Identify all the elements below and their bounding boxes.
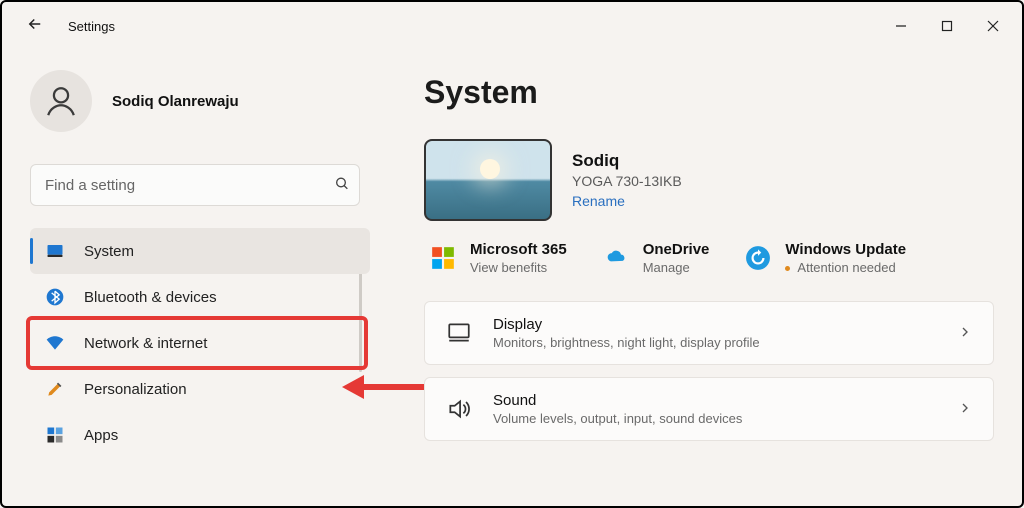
sidebar-nav: System Bluetooth & devices Network & int… xyxy=(30,228,370,458)
apps-icon xyxy=(44,424,66,446)
device-name: Sodiq xyxy=(572,151,682,171)
sidebar: Sodiq Olanrewaju System xyxy=(2,50,390,508)
brush-icon xyxy=(44,378,66,400)
sidebar-item-label: Apps xyxy=(84,427,118,444)
sidebar-item-system[interactable]: System xyxy=(30,228,370,274)
wifi-icon xyxy=(44,332,66,354)
device-model: YOGA 730-13IKB xyxy=(572,173,682,189)
chevron-right-icon xyxy=(957,324,973,343)
main-panel: System Sodiq YOGA 730-13IKB Rename Micro… xyxy=(390,50,1022,508)
app-title: Settings xyxy=(68,19,115,34)
tile-onedrive[interactable]: OneDrive Manage xyxy=(601,241,710,275)
page-title: System xyxy=(424,74,994,111)
bluetooth-icon xyxy=(44,286,66,308)
profile[interactable]: Sodiq Olanrewaju xyxy=(30,70,370,132)
back-button[interactable] xyxy=(26,15,44,38)
sidebar-item-bluetooth[interactable]: Bluetooth & devices xyxy=(30,274,370,320)
tile-sub: View benefits xyxy=(470,260,567,275)
tile-title: OneDrive xyxy=(643,241,710,258)
sidebar-item-label: Network & internet xyxy=(84,335,207,352)
titlebar: Settings xyxy=(2,2,1022,50)
tile-sub: Attention needed xyxy=(785,260,906,275)
card-sub: Volume levels, output, input, sound devi… xyxy=(493,411,742,426)
card-sound[interactable]: Sound Volume levels, output, input, soun… xyxy=(424,377,994,441)
search-box[interactable] xyxy=(30,164,370,206)
tile-title: Windows Update xyxy=(785,241,906,258)
tile-sub: Manage xyxy=(643,260,710,275)
sidebar-item-network[interactable]: Network & internet xyxy=(30,320,370,366)
tile-microsoft365[interactable]: Microsoft 365 View benefits xyxy=(428,241,567,275)
card-title: Sound xyxy=(493,392,742,409)
tile-title: Microsoft 365 xyxy=(470,241,567,258)
rename-link[interactable]: Rename xyxy=(572,193,682,209)
sidebar-item-label: Bluetooth & devices xyxy=(84,289,217,306)
sidebar-item-personalization[interactable]: Personalization xyxy=(30,366,370,412)
sound-icon xyxy=(445,395,473,423)
chevron-right-icon xyxy=(957,400,973,419)
sidebar-item-label: System xyxy=(84,243,134,260)
system-icon xyxy=(44,240,66,262)
card-sub: Monitors, brightness, night light, displ… xyxy=(493,335,760,350)
card-display[interactable]: Display Monitors, brightness, night ligh… xyxy=(424,301,994,365)
tile-windows-update[interactable]: Windows Update Attention needed xyxy=(743,241,906,275)
device-row: Sodiq YOGA 730-13IKB Rename xyxy=(424,139,994,221)
card-title: Display xyxy=(493,316,760,333)
display-icon xyxy=(445,319,473,347)
user-name: Sodiq Olanrewaju xyxy=(112,93,239,110)
onedrive-icon xyxy=(601,243,631,273)
device-thumbnail[interactable] xyxy=(424,139,552,221)
microsoft365-icon xyxy=(428,243,458,273)
sidebar-item-apps[interactable]: Apps xyxy=(30,412,370,458)
update-icon xyxy=(743,243,773,273)
maximize-button[interactable] xyxy=(924,6,970,46)
sidebar-item-label: Personalization xyxy=(84,381,187,398)
minimize-button[interactable] xyxy=(878,6,924,46)
close-button[interactable] xyxy=(970,6,1016,46)
avatar xyxy=(30,70,92,132)
search-icon xyxy=(334,176,350,195)
settings-window: Settings Sodiq Olanrewaju xyxy=(0,0,1024,508)
search-input[interactable] xyxy=(30,164,360,206)
